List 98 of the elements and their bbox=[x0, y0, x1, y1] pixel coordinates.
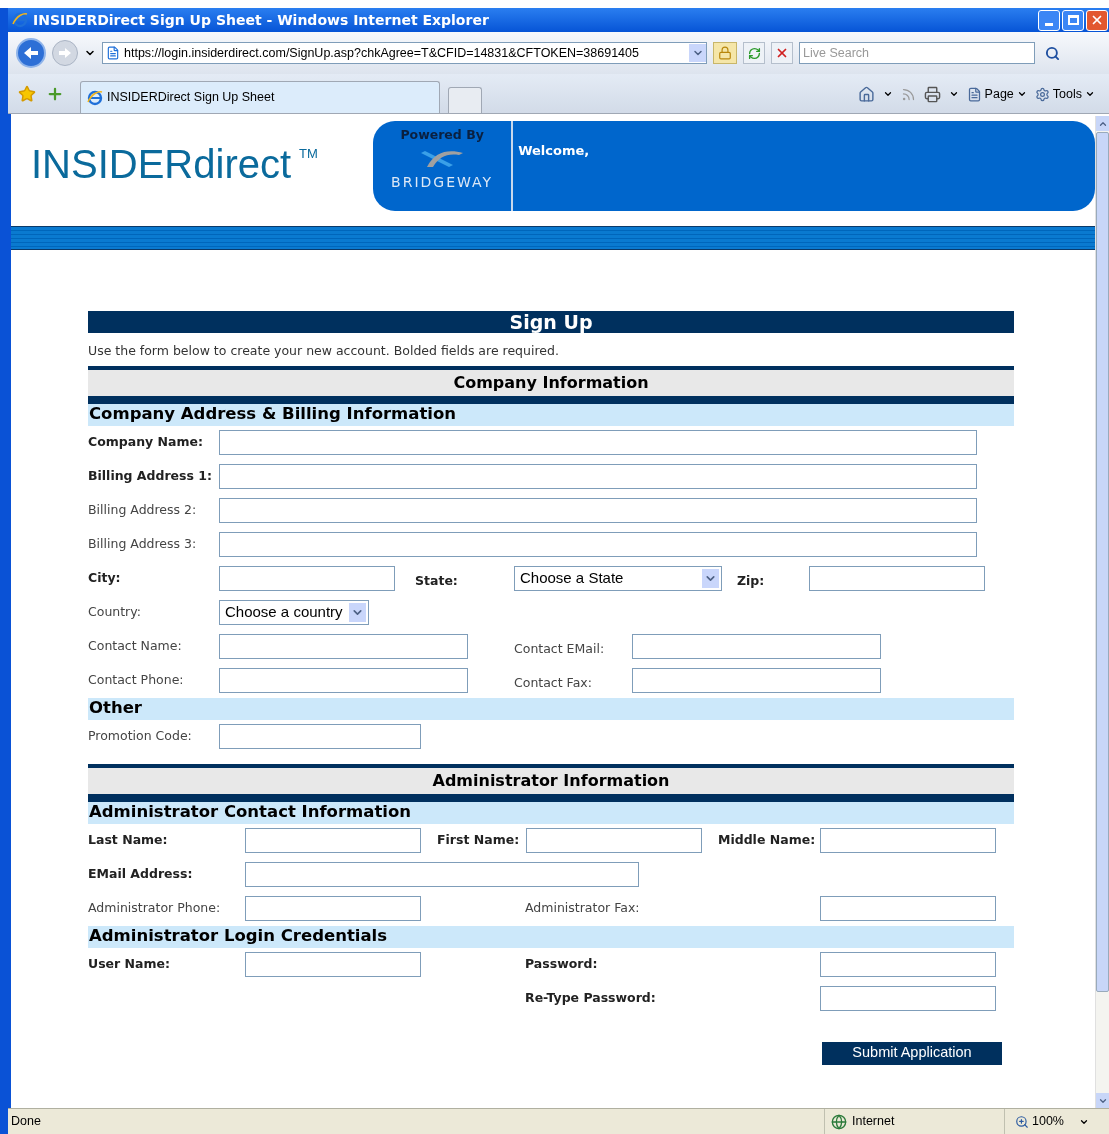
field-label: Password: bbox=[525, 954, 599, 973]
form-intro: Use the form below to create your new account. Bolded fields are required. bbox=[88, 342, 560, 360]
close-button[interactable] bbox=[1086, 9, 1108, 31]
text-field[interactable] bbox=[820, 895, 996, 921]
section-banner: Administrator Information bbox=[88, 763, 1014, 802]
home-icon[interactable] bbox=[857, 85, 875, 103]
gear-icon bbox=[1034, 86, 1050, 102]
lock-icon[interactable] bbox=[713, 42, 737, 64]
tools-menu[interactable]: Tools bbox=[1034, 84, 1095, 104]
field-label: Billing Address 2: bbox=[88, 500, 198, 519]
globe-icon bbox=[831, 1113, 847, 1130]
field-label: State: bbox=[415, 571, 459, 590]
status-bar: Done Internet 100% bbox=[8, 1108, 1109, 1134]
text-field[interactable] bbox=[219, 531, 977, 557]
back-arrow-icon bbox=[24, 47, 38, 59]
welcome-text: Welcome, bbox=[517, 142, 590, 160]
text-field[interactable] bbox=[245, 895, 421, 921]
stop-icon bbox=[775, 46, 789, 60]
field-label: EMail Address: bbox=[88, 864, 194, 883]
add-favorite-icon[interactable] bbox=[46, 85, 64, 103]
section-heading: Administrator Contact Information bbox=[88, 801, 1014, 824]
zoom-control[interactable]: 100% bbox=[1004, 1109, 1109, 1134]
field-label: Contact Name: bbox=[88, 636, 183, 655]
field-label: Company Name: bbox=[88, 432, 204, 451]
favorites-star-icon[interactable] bbox=[18, 85, 36, 103]
text-field[interactable] bbox=[219, 633, 468, 659]
scrollbar[interactable] bbox=[1095, 116, 1109, 1108]
field-label: Zip: bbox=[737, 571, 766, 590]
text-field[interactable] bbox=[219, 463, 977, 489]
caret-icon[interactable] bbox=[882, 89, 893, 99]
minimize-button[interactable] bbox=[1038, 9, 1060, 31]
text-field[interactable] bbox=[219, 565, 395, 591]
section-heading: Other bbox=[88, 697, 1014, 720]
field-label: First Name: bbox=[437, 830, 521, 849]
field-label: Administrator Fax: bbox=[525, 898, 641, 917]
forward-arrow-icon bbox=[59, 48, 71, 58]
text-field[interactable] bbox=[632, 633, 881, 659]
close-icon bbox=[1090, 13, 1104, 27]
new-tab-button[interactable] bbox=[448, 87, 482, 113]
caret-icon[interactable] bbox=[948, 89, 959, 99]
title-bar: INSIDERDirect Sign Up Sheet - Windows Internet Explorer bbox=[8, 8, 1109, 32]
dropdown[interactable]: Choose a State bbox=[514, 565, 722, 591]
page-icon bbox=[106, 46, 120, 60]
text-field[interactable] bbox=[245, 827, 421, 853]
field-label: User Name: bbox=[88, 954, 171, 973]
text-field[interactable] bbox=[219, 723, 421, 749]
security-zone: Internet bbox=[852, 1113, 895, 1131]
section-heading: Company Address & Billing Information bbox=[88, 403, 1014, 426]
search-icon bbox=[1044, 45, 1060, 61]
back-button[interactable] bbox=[16, 38, 46, 68]
field-label: Re-Type Password: bbox=[525, 988, 657, 1007]
field-label: Administrator Phone: bbox=[88, 898, 222, 917]
text-field[interactable] bbox=[219, 429, 977, 455]
field-label: Contact Fax: bbox=[514, 673, 593, 692]
site-logo: INSIDERdirect bbox=[31, 144, 292, 184]
section-heading: Administrator Login Credentials bbox=[88, 925, 1014, 948]
text-field[interactable] bbox=[245, 861, 639, 887]
section-banner: Company Information bbox=[88, 365, 1014, 404]
field-label: Contact EMail: bbox=[514, 639, 606, 658]
text-field[interactable] bbox=[809, 565, 985, 591]
maximize-button[interactable] bbox=[1062, 9, 1084, 31]
refresh-button[interactable] bbox=[743, 42, 765, 64]
text-field[interactable] bbox=[632, 667, 881, 693]
header-banner: Powered By BRIDGEWAY Welcome, bbox=[373, 121, 1095, 211]
forward-button[interactable] bbox=[52, 40, 78, 66]
text-field[interactable] bbox=[219, 667, 468, 693]
caret-icon bbox=[1016, 89, 1027, 99]
field-label: Promotion Code: bbox=[88, 726, 193, 745]
text-field[interactable] bbox=[820, 985, 996, 1011]
zoom-icon bbox=[1015, 1114, 1029, 1129]
text-field[interactable] bbox=[820, 827, 996, 853]
text-field[interactable] bbox=[820, 951, 996, 977]
field-label: Country: bbox=[88, 602, 142, 621]
browser-logo-icon bbox=[12, 12, 28, 28]
caret-icon bbox=[1085, 89, 1095, 99]
stop-button[interactable] bbox=[771, 42, 793, 64]
field-label: Billing Address 3: bbox=[88, 534, 198, 553]
trademark-mark: TM bbox=[299, 145, 318, 163]
browser-tab[interactable]: INSIDERDirect Sign Up Sheet bbox=[80, 81, 440, 113]
field-label: City: bbox=[88, 568, 122, 587]
field-label: Last Name: bbox=[88, 830, 169, 849]
feed-icon[interactable] bbox=[900, 86, 916, 102]
page-icon bbox=[966, 86, 982, 102]
submit-button[interactable]: Submit Application bbox=[822, 1041, 1002, 1065]
form-title-bar: Sign Up bbox=[88, 311, 1014, 333]
page-menu[interactable]: Page bbox=[966, 84, 1027, 104]
dropdown[interactable]: Choose a country bbox=[219, 599, 369, 625]
search-field[interactable]: Live Search bbox=[799, 42, 1035, 64]
field-label: Middle Name: bbox=[718, 830, 817, 849]
text-field[interactable] bbox=[219, 497, 977, 523]
address-field[interactable]: https://login.insiderdirect.com/SignUp.asp?chkAgree=T&CFID=14831&CFTOKEN=38691405 bbox=[102, 42, 707, 64]
text-field[interactable] bbox=[245, 951, 421, 977]
text-field[interactable] bbox=[526, 827, 702, 853]
print-icon[interactable] bbox=[923, 85, 941, 103]
field-label: Contact Phone: bbox=[88, 670, 185, 689]
field-label: Billing Address 1: bbox=[88, 466, 213, 485]
refresh-icon bbox=[747, 46, 761, 60]
browser-logo-icon bbox=[87, 89, 103, 106]
